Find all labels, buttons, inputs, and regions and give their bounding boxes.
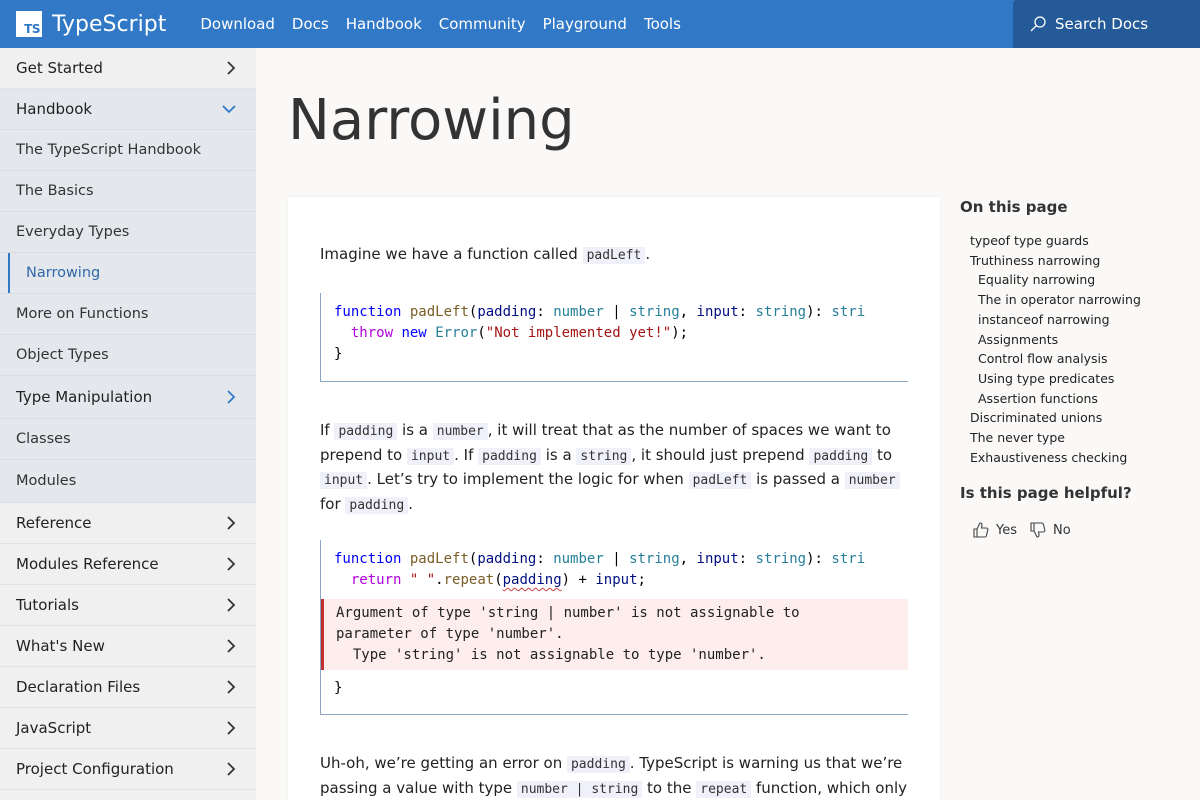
sidebar-item-narrowing[interactable]: Narrowing — [0, 253, 256, 294]
toc-link[interactable]: The never type — [960, 428, 1190, 448]
nav-playground[interactable]: Playground — [543, 15, 627, 33]
paragraph-explanation: If padding is a number, it will treat th… — [320, 419, 908, 517]
vote-yes-button[interactable]: Yes — [972, 521, 1017, 539]
main-nav: Download Docs Handbook Community Playgro… — [200, 15, 698, 33]
chevron-right-icon — [227, 557, 236, 571]
sidebar-item-the-basics[interactable]: The Basics — [0, 171, 256, 212]
chevron-right-icon — [227, 762, 236, 776]
code-block-1: function padLeft(padding: number | strin… — [320, 293, 908, 382]
nav-tools[interactable]: Tools — [644, 15, 681, 33]
paragraph-error-explanation: Uh-oh, we’re getting an error on padding… — [320, 754, 908, 798]
toc-heading: On this page — [960, 198, 1068, 216]
sidebar-item-modules[interactable]: Modules — [0, 460, 256, 503]
sidebar-item-declaration-files[interactable]: Declaration Files — [0, 667, 256, 708]
nav-download[interactable]: Download — [200, 15, 275, 33]
toc-link[interactable]: Control flow analysis — [960, 349, 1190, 369]
logo-link[interactable]: TS TypeScript — [16, 11, 166, 37]
toc-list: typeof type guards Truthiness narrowing Eq… — [960, 231, 1190, 467]
sidebar-item-more-on-functions[interactable]: More on Functions — [0, 294, 256, 335]
sidebar-item-object-types[interactable]: Object Types — [0, 335, 256, 376]
article: Imagine we have a function called padLef… — [288, 197, 940, 800]
toc-link[interactable]: Exhaustiveness checking — [960, 448, 1190, 468]
sidebar-item-tutorials[interactable]: Tutorials — [0, 585, 256, 626]
sidebar-item-everyday-types[interactable]: Everyday Types — [0, 212, 256, 253]
sidebar-item-whats-new[interactable]: What's New — [0, 626, 256, 667]
sidebar-item-typescript-handbook[interactable]: The TypeScript Handbook — [0, 130, 256, 171]
brand-name: TypeScript — [52, 11, 167, 37]
helpful-heading: Is this page helpful? — [960, 484, 1132, 503]
toc-link[interactable]: Assignments — [960, 330, 1190, 350]
sidebar-item-project-configuration[interactable]: Project Configuration — [0, 749, 256, 790]
error-squiggle[interactable]: padding — [503, 572, 562, 588]
paragraph-intro: Imagine we have a function called padLef… — [320, 245, 651, 264]
sidebar-item-classes[interactable]: Classes — [0, 419, 256, 460]
vote-no-button[interactable]: No — [1029, 521, 1071, 539]
toc-link[interactable]: Truthiness narrowing — [960, 251, 1190, 271]
toc-link[interactable]: Discriminated unions — [960, 408, 1190, 428]
chevron-right-icon — [227, 61, 236, 75]
code-block-2: function padLeft(padding: number | strin… — [320, 540, 908, 715]
thumbs-down-icon — [1030, 522, 1046, 538]
sidebar: Get Started Handbook The TypeScript Hand… — [0, 48, 256, 800]
sidebar-item-get-started[interactable]: Get Started — [0, 48, 256, 89]
search-label: Search Docs — [1055, 15, 1149, 33]
toc-link[interactable]: Using type predicates — [960, 369, 1190, 389]
search-icon — [1030, 16, 1046, 32]
sidebar-item-type-manipulation[interactable]: Type Manipulation — [0, 376, 256, 419]
error-message: Argument of type 'string | number' is no… — [321, 599, 908, 670]
sidebar-item-reference[interactable]: Reference — [0, 503, 256, 544]
chevron-down-icon — [222, 105, 236, 114]
nav-docs[interactable]: Docs — [292, 15, 329, 33]
toc-link[interactable]: instanceof narrowing — [960, 310, 1190, 330]
sidebar-item-modules-reference[interactable]: Modules Reference — [0, 544, 256, 585]
toc-link[interactable]: The in operator narrowing — [960, 290, 1190, 310]
chevron-right-icon — [227, 721, 236, 735]
sidebar-item-handbook[interactable]: Handbook — [0, 89, 256, 130]
chevron-right-icon — [227, 639, 236, 653]
chevron-right-icon — [227, 680, 236, 694]
thumbs-up-icon — [973, 522, 989, 538]
top-navbar: TS TypeScript Download Docs Handbook Com… — [0, 0, 1200, 48]
inline-code: padLeft — [582, 247, 646, 264]
on-this-page-toc: On this page typeof type guards Truthines… — [960, 198, 1190, 539]
toc-link[interactable]: Equality narrowing — [960, 270, 1190, 290]
ts-logo-icon: TS — [16, 11, 42, 37]
feedback-buttons: Yes No — [972, 521, 1190, 539]
chevron-right-icon — [227, 598, 236, 612]
nav-community[interactable]: Community — [439, 15, 526, 33]
nav-handbook[interactable]: Handbook — [346, 15, 422, 33]
chevron-right-icon — [227, 390, 236, 404]
search-docs-button[interactable]: Search Docs — [1013, 0, 1200, 48]
toc-link[interactable]: typeof type guards — [960, 231, 1190, 251]
sidebar-item-javascript[interactable]: JavaScript — [0, 708, 256, 749]
chevron-right-icon — [227, 516, 236, 530]
page-title: Narrowing — [288, 88, 575, 153]
toc-link[interactable]: Assertion functions — [960, 389, 1190, 409]
